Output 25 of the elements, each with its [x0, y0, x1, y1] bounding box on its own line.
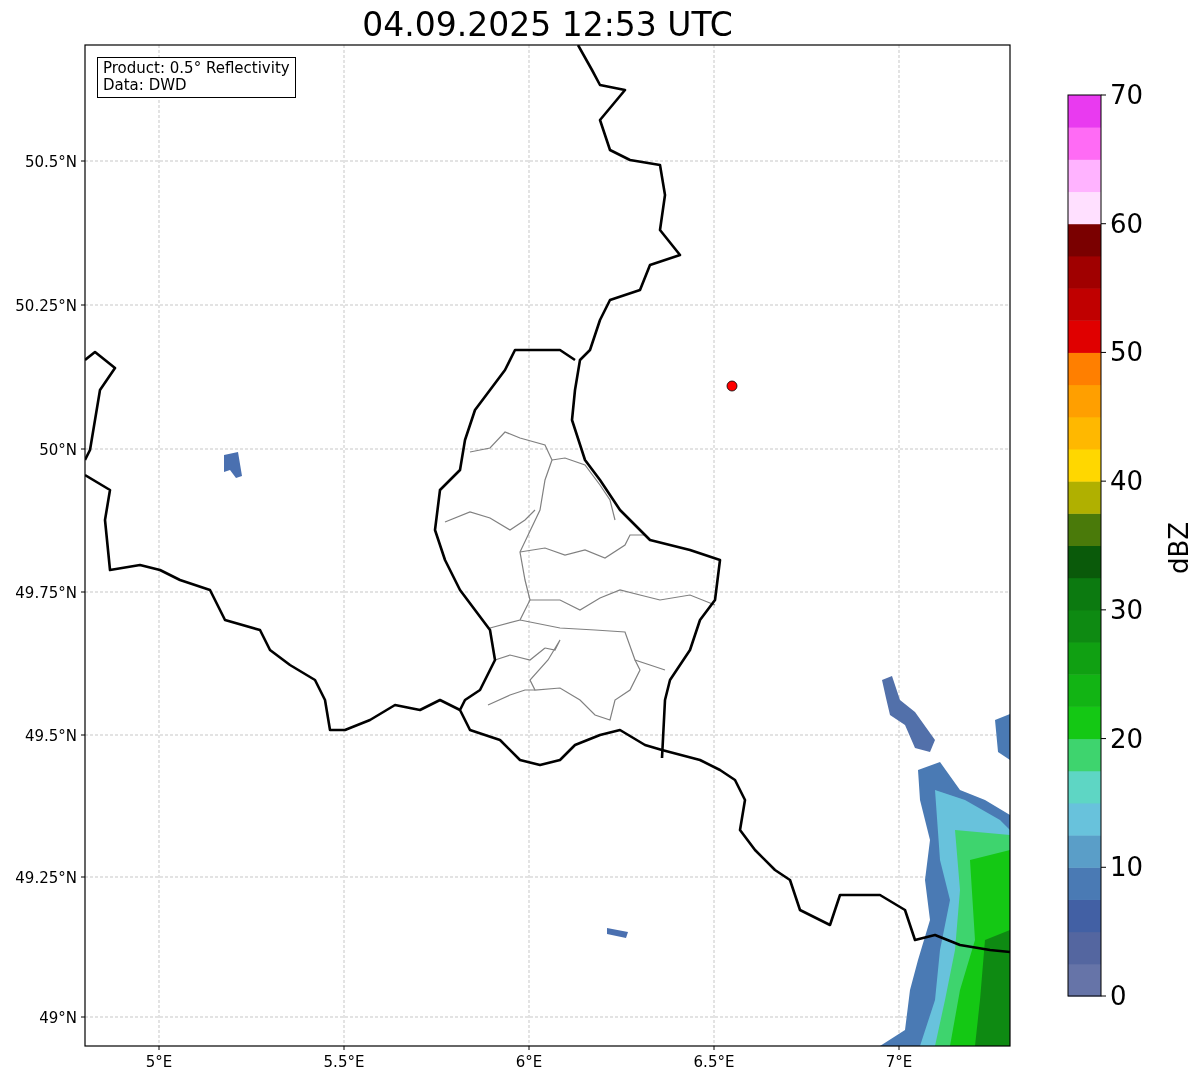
colorbar-tick-label: 30 [1110, 594, 1144, 625]
colorbar-tick-label: 20 [1110, 723, 1144, 754]
axis-tick-label: 50°N [39, 441, 77, 459]
axis-tick-label: 6.5°E [693, 1053, 735, 1071]
chart-title: 04.09.2025 12:53 UTC [361, 4, 734, 45]
axis-tick-label: 7°E [885, 1053, 913, 1071]
info-text: Data: DWD [103, 77, 188, 94]
axis-tick-label: 49.25°N [15, 869, 77, 887]
axis-tick-label: 49°N [39, 1009, 77, 1027]
colorbar-tick-label: 0 [1110, 981, 1127, 1011]
axis-tick-label: 50.5°N [24, 153, 77, 171]
colorbar-tick-label: 70 [1110, 80, 1144, 110]
axis-tick-label: 49.5°N [24, 727, 77, 745]
axis-tick-label: 6°E [515, 1053, 543, 1071]
colorbar-tick-label: 40 [1110, 466, 1144, 497]
colorbar-label: dBZ [1164, 521, 1194, 575]
axis-tick-label: 50.25°N [15, 297, 77, 315]
colorbar-tick-label: 10 [1110, 852, 1144, 883]
axis-tick-label: 49.75°N [15, 584, 77, 602]
axis-tick-label: 5.5°E [323, 1053, 365, 1071]
colorbar-tick-label: 60 [1110, 208, 1144, 239]
colorbar-tick-label: 50 [1110, 337, 1144, 368]
axis-tick-label: 5°E [145, 1053, 173, 1071]
info-text: Product: 0.5° Reflectivity [103, 60, 290, 77]
radar-site-marker [726, 380, 738, 392]
